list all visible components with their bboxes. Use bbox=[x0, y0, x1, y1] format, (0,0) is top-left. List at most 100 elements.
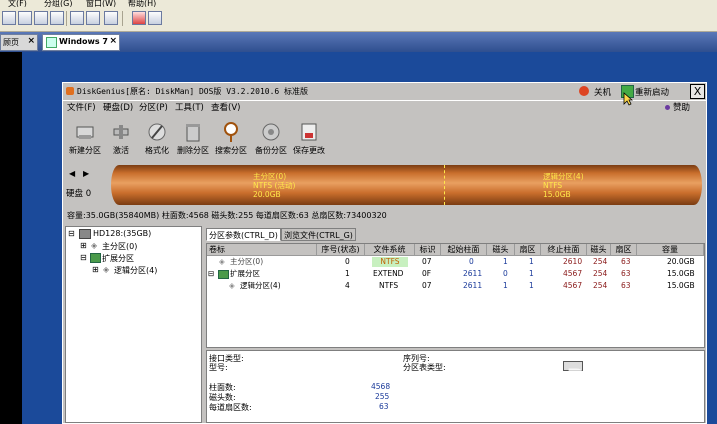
window-title: DiskGenius[原名: DiskMan] DOS版 V3.2.2010.6… bbox=[77, 87, 309, 96]
logical-partition-fs: NTFS bbox=[543, 181, 563, 190]
host-tabbar: 顾页 × Windows 7 × bbox=[0, 32, 717, 52]
logical-partition-size: 15.0GB bbox=[543, 190, 571, 199]
host-toolbar-icon-8[interactable] bbox=[132, 11, 146, 25]
close-icon[interactable]: × bbox=[27, 36, 35, 46]
table-row[interactable]: ◈ 主分区(0) 0 NTFS 07 0 1 1 2610 254 63 20.… bbox=[207, 257, 704, 268]
host-toolbar-icon-3[interactable] bbox=[34, 11, 48, 25]
menu-file[interactable]: 文件(F) bbox=[67, 101, 96, 113]
save-changes-button[interactable]: 保存更改 bbox=[289, 121, 329, 161]
hard-disk-icon bbox=[79, 229, 91, 239]
tree-expand-icon[interactable]: ⊟ bbox=[208, 269, 214, 279]
col-header: 扇区 bbox=[611, 244, 637, 256]
close-button[interactable]: X bbox=[690, 84, 705, 99]
cell-end-cyl: 4567 bbox=[563, 269, 583, 278]
partition-icon: ◈ bbox=[219, 257, 225, 266]
disk-label: 硬盘 0 bbox=[66, 189, 92, 199]
partition-icon: ◈ bbox=[229, 281, 235, 290]
cell-label: 逻辑分区(4) bbox=[240, 281, 281, 290]
cell-start-head: 1 bbox=[503, 281, 508, 290]
watermark-brand: Bai bbox=[567, 364, 605, 391]
watermark-suffix: 经验 bbox=[639, 372, 675, 393]
format-icon bbox=[148, 123, 166, 141]
app-toolbar: 新建分区 激活 格式化 删除分区 搜索分区 备份分区 保存更改 bbox=[63, 117, 706, 163]
cell-fs: NTFS bbox=[379, 281, 399, 290]
backup-partition-button[interactable]: 备份分区 bbox=[251, 121, 291, 161]
cell-end-sector: 63 bbox=[621, 281, 631, 290]
app-menubar: 文件(F) 硬盘(D) 分区(P) 工具(T) 查看(V) 赞助 bbox=[63, 100, 706, 114]
delete-partition-label: 删除分区 bbox=[177, 146, 209, 155]
tab-partition-params[interactable]: 分区参数(CTRL_D) bbox=[206, 228, 281, 241]
host-toolbar-icon-2[interactable] bbox=[18, 11, 32, 25]
cell-label: 主分区(0) bbox=[230, 257, 264, 266]
tree-expand-icon[interactable]: ⊞ bbox=[80, 241, 87, 250]
cell-start-cyl: 2611 bbox=[463, 281, 483, 290]
tree-item-logical[interactable]: 逻辑分区(4) bbox=[114, 265, 157, 276]
shutdown-button[interactable]: 关机 bbox=[594, 86, 611, 98]
delete-partition-button[interactable]: 删除分区 bbox=[173, 121, 213, 161]
host-toolbar-icon-4[interactable] bbox=[50, 11, 64, 25]
host-toolbar-icon-7[interactable] bbox=[104, 11, 118, 25]
tree-item-primary[interactable]: 主分区(0) bbox=[102, 241, 137, 252]
primary-partition-block[interactable]: 主分区(0) NTFS (活动) 20.0GB bbox=[253, 172, 295, 199]
table-row[interactable]: ◈ 逻辑分区(4) 4 NTFS 07 2611 1 1 4567 254 63… bbox=[207, 281, 704, 292]
next-disk-icon[interactable]: ▶ bbox=[83, 169, 89, 178]
prev-disk-icon[interactable]: ◀ bbox=[69, 169, 75, 178]
col-header: 容量 bbox=[637, 244, 704, 256]
cell-start-head: 0 bbox=[503, 269, 508, 278]
col-header: 卷标 bbox=[207, 244, 317, 256]
tree-item-extended[interactable]: 扩展分区 bbox=[102, 253, 134, 264]
table-row[interactable]: ⊟ 扩展分区 1 EXTEND 0F 2611 0 1 4567 254 63 … bbox=[207, 269, 704, 280]
tab-home[interactable]: 顾页 × bbox=[0, 34, 38, 51]
search-partition-icon bbox=[224, 122, 238, 142]
close-icon[interactable]: × bbox=[109, 36, 117, 46]
host-toolbar-icon-1[interactable] bbox=[2, 11, 16, 25]
cylinders-value: 4568 bbox=[371, 382, 391, 391]
sectors-label: 每道扇区数: bbox=[209, 403, 252, 412]
title-bar: DiskGenius[原名: DiskMan] DOS版 V3.2.2010.6… bbox=[63, 83, 706, 101]
cell-end-cyl: 4567 bbox=[563, 281, 583, 290]
app-icon bbox=[66, 87, 74, 95]
col-header: 文件系统 bbox=[365, 244, 415, 256]
cell-end-head: 254 bbox=[593, 257, 608, 266]
partition-table: 卷标 序号(状态) 文件系统 标识 起始柱面 磁头 扇区 终止柱面 磁头 扇区 … bbox=[206, 243, 705, 348]
cell-end-head: 254 bbox=[593, 269, 608, 278]
activate-button[interactable]: 激活 bbox=[101, 121, 141, 161]
menu-disk[interactable]: 硬盘(D) bbox=[103, 101, 133, 113]
cell-index: 1 bbox=[345, 269, 350, 278]
search-partition-button[interactable]: 搜索分区 bbox=[211, 121, 251, 161]
format-button[interactable]: 格式化 bbox=[137, 121, 177, 161]
restart-button[interactable]: 重新启动 bbox=[635, 86, 669, 98]
host-toolbar-icon-9[interactable] bbox=[148, 11, 162, 25]
col-header: 标识 bbox=[415, 244, 441, 256]
cell-size: 15.0GB bbox=[667, 269, 695, 278]
tab-windows7[interactable]: Windows 7 × bbox=[42, 34, 120, 51]
tab-windows7-label: Windows 7 bbox=[59, 37, 108, 46]
primary-partition-size: 20.0GB bbox=[253, 190, 281, 199]
help-icon bbox=[665, 105, 670, 110]
cell-label: 扩展分区 bbox=[230, 269, 260, 278]
tree-root[interactable]: HD128:(35GB) bbox=[93, 229, 151, 238]
logical-partition-name: 逻辑分区(4) bbox=[543, 172, 584, 181]
tab-browse-files[interactable]: 浏览文件(CTRL_G) bbox=[281, 228, 356, 241]
primary-partition-fs: NTFS (活动) bbox=[253, 181, 296, 190]
tree-expand-icon[interactable]: ⊞ bbox=[92, 265, 99, 274]
menu-partition[interactable]: 分区(P) bbox=[139, 101, 168, 113]
cell-start-cyl: 2611 bbox=[463, 269, 483, 278]
new-partition-button[interactable]: 新建分区 bbox=[65, 121, 105, 161]
logical-partition-block[interactable]: 逻辑分区(4) NTFS 15.0GB bbox=[543, 172, 584, 199]
cell-end-cyl: 2610 bbox=[563, 257, 583, 266]
heads-value: 255 bbox=[375, 392, 390, 401]
host-toolbar-icon-5[interactable] bbox=[70, 11, 84, 25]
backup-partition-label: 备份分区 bbox=[255, 146, 287, 155]
col-header: 扇区 bbox=[515, 244, 541, 256]
menu-view[interactable]: 查看(V) bbox=[211, 101, 240, 113]
menu-sponsor[interactable]: 赞助 bbox=[673, 101, 690, 113]
col-header: 磁头 bbox=[587, 244, 611, 256]
partition-divider bbox=[444, 165, 446, 205]
tree-expand-icon[interactable]: ⊟ bbox=[68, 229, 75, 238]
disk-partition-bar[interactable]: 主分区(0) NTFS (活动) 20.0GB 逻辑分区(4) NTFS 15.… bbox=[111, 165, 702, 205]
host-toolbar-icon-6[interactable] bbox=[86, 11, 100, 25]
toolbar-divider bbox=[122, 11, 123, 26]
tree-expand-icon[interactable]: ⊟ bbox=[80, 253, 87, 262]
menu-tools[interactable]: 工具(T) bbox=[175, 101, 204, 113]
